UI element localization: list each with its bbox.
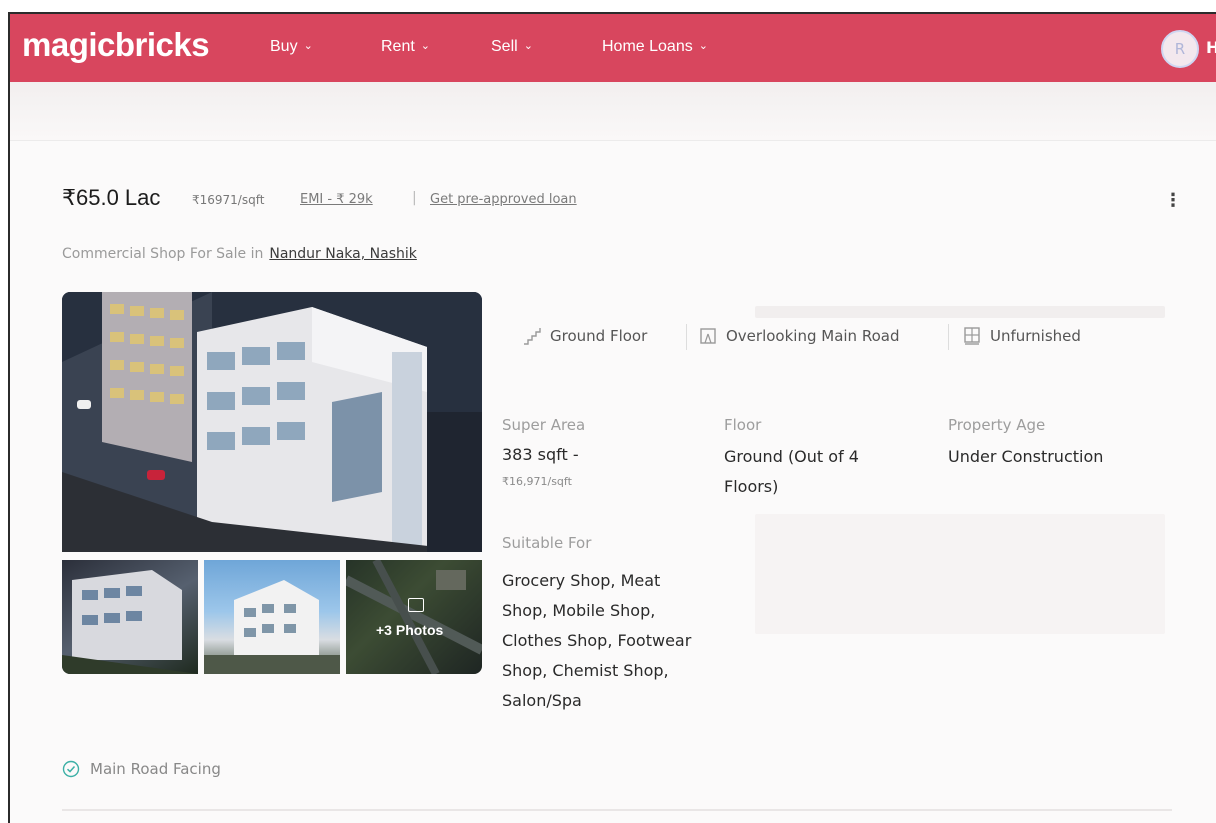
divider <box>948 324 949 350</box>
super-area-rate: ₹16,971/sqft <box>502 475 572 488</box>
nav-sell-label: Sell <box>491 38 518 55</box>
secondary-bar <box>10 82 1216 141</box>
property-age-label: Property Age <box>948 416 1046 434</box>
highlight-floor-label: Ground Floor <box>550 327 648 345</box>
locality-link[interactable]: Nandur Naka, Nashik <box>269 246 417 262</box>
magicbricks-logo[interactable]: magicbricks <box>22 26 210 64</box>
nav-home-loans[interactable]: Home Loans ⌄ <box>602 38 708 56</box>
user-menu-label[interactable]: H <box>1206 38 1216 57</box>
highlight-furnishing: Unfurnished <box>962 326 1081 346</box>
gallery-icon <box>408 598 424 612</box>
property-thumbnail[interactable] <box>204 560 340 674</box>
building-illustration <box>62 292 482 552</box>
feature-main-road-facing: Main Road Facing <box>62 760 221 778</box>
chevron-down-icon: ⌄ <box>523 40 533 52</box>
photo-overlay <box>346 560 482 674</box>
main-property-photo[interactable] <box>62 292 482 552</box>
more-photos-label: +3 Photos <box>376 622 444 638</box>
divider <box>686 324 687 350</box>
listing-title-prefix: Commercial Shop For Sale in <box>62 246 264 262</box>
divider: | <box>412 190 417 206</box>
suitable-for-label: Suitable For <box>502 534 592 552</box>
highlight-overlooking: Overlooking Main Road <box>698 326 899 346</box>
furniture-icon <box>964 327 980 345</box>
feature-label: Main Road Facing <box>90 760 221 778</box>
chevron-down-icon: ⌄ <box>303 40 313 52</box>
price-per-sqft: ₹16971/sqft <box>192 193 265 207</box>
road-view-icon <box>700 328 716 344</box>
pre-approved-loan-link[interactable]: Get pre-approved loan <box>430 192 577 207</box>
listing-title: Commercial Shop For Sale in Nandur Naka, … <box>62 246 417 262</box>
browser-frame: magicbricks Buy ⌄ Rent ⌄ Sell ⌄ Home Loans ⌄… <box>8 12 1216 823</box>
emi-link[interactable]: EMI - ₹ 29k <box>300 192 373 207</box>
building-thumbnail-illustration <box>62 570 198 674</box>
nav-rent-label: Rent <box>381 38 415 55</box>
chevron-down-icon: ⌄ <box>420 40 431 52</box>
background-content <box>755 514 1165 634</box>
nav-sell[interactable]: Sell ⌄ <box>491 38 533 56</box>
highlight-overlooking-label: Overlooking Main Road <box>726 327 900 345</box>
nav-buy[interactable]: Buy ⌄ <box>270 38 313 56</box>
check-circle-icon <box>62 760 80 778</box>
property-thumbnail[interactable] <box>62 560 198 674</box>
suitable-for-value: Grocery Shop, Meat Shop, Mobile Shop, Cl… <box>502 571 692 710</box>
user-avatar[interactable]: R <box>1161 30 1199 68</box>
floor-label: Floor <box>724 416 762 434</box>
building-daylight-illustration <box>204 580 340 674</box>
property-age-value: Under Construction <box>948 447 1104 466</box>
nav-rent[interactable]: Rent ⌄ <box>381 38 430 56</box>
chevron-down-icon: ⌄ <box>698 40 708 52</box>
card-divider <box>62 809 1172 811</box>
listing-price: ₹65.0 Lac <box>62 185 161 210</box>
background-content <box>755 306 1165 318</box>
highlight-furnishing-label: Unfurnished <box>990 327 1081 345</box>
floor-value: Ground (Out of 4 Floors) <box>724 447 859 496</box>
nav-home-loans-label: Home Loans <box>602 38 693 55</box>
kebab-menu-icon[interactable]: ⋮ <box>1164 190 1182 211</box>
super-area-label: Super Area <box>502 416 586 434</box>
nav-buy-label: Buy <box>270 38 298 55</box>
staircase-icon <box>524 328 541 345</box>
more-photos-thumbnail[interactable]: +3 Photos <box>346 560 482 674</box>
super-area-value: 383 sqft - <box>502 445 579 464</box>
top-navigation-bar: magicbricks Buy ⌄ Rent ⌄ Sell ⌄ Home Loans ⌄… <box>10 14 1216 82</box>
highlight-floor: Ground Floor <box>522 326 647 346</box>
